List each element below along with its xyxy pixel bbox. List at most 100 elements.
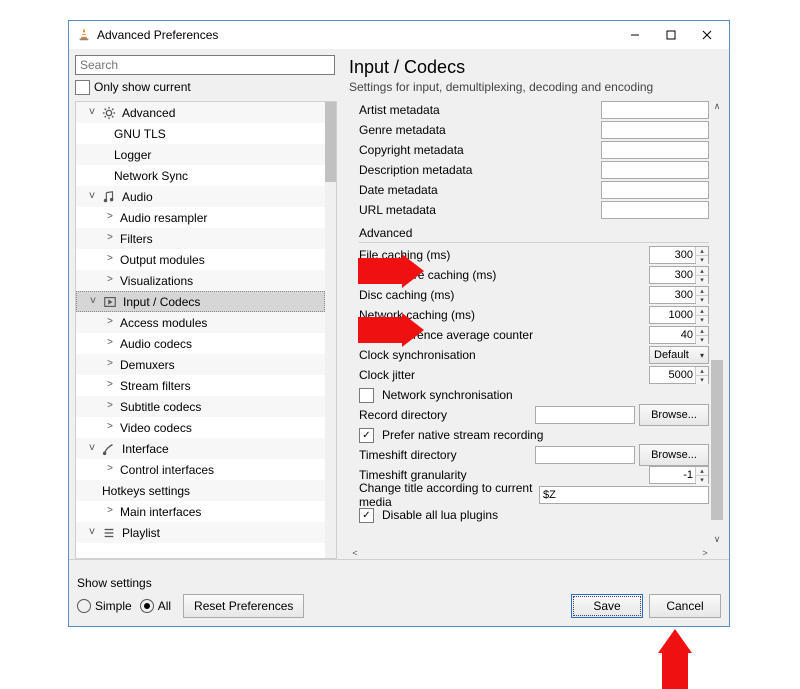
- only-show-current-row[interactable]: Only show current: [75, 77, 343, 97]
- disc-caching-input[interactable]: 300: [650, 287, 695, 303]
- tree-item-audio-resampler[interactable]: Audio resampler: [76, 207, 325, 228]
- timeshift-dir-input[interactable]: [535, 446, 635, 464]
- spin-buttons[interactable]: ▴▾: [695, 307, 708, 323]
- spin-buttons[interactable]: ▴▾: [695, 467, 708, 483]
- chevron-right-icon[interactable]: [104, 380, 116, 391]
- network-sync-row[interactable]: Network synchronisation: [359, 385, 709, 405]
- file-caching-input[interactable]: 300: [650, 247, 695, 263]
- scroll-left-icon[interactable]: <: [349, 547, 361, 559]
- settings-vertical-thumb[interactable]: [711, 360, 723, 520]
- chevron-right-icon[interactable]: [104, 506, 116, 517]
- chevron-right-icon[interactable]: [104, 401, 116, 412]
- live-caching-spin[interactable]: 300▴▾: [649, 266, 709, 284]
- clock-ref-input[interactable]: 40: [650, 327, 695, 343]
- spin-buttons[interactable]: ▴▾: [695, 247, 708, 263]
- settings-horizontal-scrollbar[interactable]: < >: [349, 547, 711, 559]
- disc-caching-spin[interactable]: 300▴▾: [649, 286, 709, 304]
- tree-item-logger[interactable]: Logger: [76, 144, 325, 165]
- file-caching-spin[interactable]: 300▴▾: [649, 246, 709, 264]
- chevron-down-icon[interactable]: [86, 443, 98, 454]
- prefer-native-row[interactable]: Prefer native stream recording: [359, 425, 709, 445]
- only-show-current-checkbox[interactable]: [75, 80, 90, 95]
- tree-item-visualizations[interactable]: Visualizations: [76, 270, 325, 291]
- chevron-right-icon[interactable]: [104, 212, 116, 223]
- tree-item-interface[interactable]: Interface: [76, 438, 325, 459]
- chevron-right-icon[interactable]: [104, 317, 116, 328]
- disable-lua-checkbox[interactable]: [359, 508, 374, 523]
- url-metadata-input[interactable]: [601, 201, 709, 219]
- reset-preferences-button[interactable]: Reset Preferences: [183, 594, 304, 618]
- tree-item-output-modules[interactable]: Output modules: [76, 249, 325, 270]
- chevron-down-icon[interactable]: [86, 191, 98, 202]
- tree-item-stream-filters[interactable]: Stream filters: [76, 375, 325, 396]
- maximize-button[interactable]: [653, 23, 689, 47]
- tree-item-subtitle-codecs[interactable]: Subtitle codecs: [76, 396, 325, 417]
- timeshift-gran-input[interactable]: -1: [650, 467, 695, 483]
- tree-item-input-codecs[interactable]: Input / Codecs: [76, 291, 325, 312]
- settings-vertical-scrollbar[interactable]: ∧ ∨: [711, 100, 723, 545]
- chevron-right-icon[interactable]: [104, 254, 116, 265]
- radio-simple[interactable]: [77, 599, 91, 613]
- tree-item-main-interfaces[interactable]: Main interfaces: [76, 501, 325, 522]
- record-dir-browse-button[interactable]: Browse...: [639, 404, 709, 426]
- chevron-right-icon[interactable]: [104, 275, 116, 286]
- tree-item-demuxers[interactable]: Demuxers: [76, 354, 325, 375]
- tree-item-access-modules[interactable]: Access modules: [76, 312, 325, 333]
- show-settings-label: Show settings: [77, 576, 304, 590]
- network-caching-spin[interactable]: 1000▴▾: [649, 306, 709, 324]
- save-button[interactable]: Save: [571, 594, 643, 618]
- spin-buttons[interactable]: ▴▾: [695, 267, 708, 283]
- spin-buttons[interactable]: ▴▾: [695, 367, 708, 383]
- tree-scrollbar[interactable]: [325, 102, 336, 558]
- sidebar: Only show current AdvancedGNU TLSLoggerN…: [69, 49, 343, 559]
- clock-ref-spin[interactable]: 40▴▾: [649, 326, 709, 344]
- tree-item-hotkeys-settings[interactable]: Hotkeys settings: [76, 480, 325, 501]
- copyright-metadata-input[interactable]: [601, 141, 709, 159]
- timeshift-gran-spin[interactable]: -1▴▾: [649, 466, 709, 484]
- clock-sync-combo[interactable]: Default▾: [649, 346, 709, 364]
- record-dir-row: Record directory Browse...: [359, 405, 709, 425]
- timeshift-dir-browse-button[interactable]: Browse...: [639, 444, 709, 466]
- tree-item-video-codecs[interactable]: Video codecs: [76, 417, 325, 438]
- chevron-right-icon[interactable]: [104, 233, 116, 244]
- tree-item-control-interfaces[interactable]: Control interfaces: [76, 459, 325, 480]
- chevron-down-icon[interactable]: [87, 296, 99, 307]
- live-caching-input[interactable]: 300: [650, 267, 695, 283]
- chevron-right-icon[interactable]: [104, 338, 116, 349]
- date-metadata-input[interactable]: [601, 181, 709, 199]
- tree-item-network-sync[interactable]: Network Sync: [76, 165, 325, 186]
- chevron-right-icon[interactable]: [104, 422, 116, 433]
- tree-item-advanced[interactable]: Advanced: [76, 102, 325, 123]
- change-title-input[interactable]: [539, 486, 709, 504]
- description-metadata-input[interactable]: [601, 161, 709, 179]
- tree-scrollbar-thumb[interactable]: [325, 102, 336, 182]
- network-caching-input[interactable]: 1000: [650, 307, 695, 323]
- tree-item-audio[interactable]: Audio: [76, 186, 325, 207]
- clock-jitter-input[interactable]: 5000: [650, 367, 695, 383]
- artist-metadata-input[interactable]: [601, 101, 709, 119]
- genre-metadata-input[interactable]: [601, 121, 709, 139]
- prefer-native-checkbox[interactable]: [359, 428, 374, 443]
- chevron-down-icon[interactable]: [86, 527, 98, 538]
- spin-buttons[interactable]: ▴▾: [695, 287, 708, 303]
- network-sync-checkbox[interactable]: [359, 388, 374, 403]
- cancel-button[interactable]: Cancel: [649, 594, 721, 618]
- radio-all[interactable]: [140, 599, 154, 613]
- tree-item-gnu-tls[interactable]: GNU TLS: [76, 123, 325, 144]
- record-dir-input[interactable]: [535, 406, 635, 424]
- search-input[interactable]: [75, 55, 335, 75]
- scroll-up-icon[interactable]: ∧: [711, 100, 723, 112]
- tree-item-playlist[interactable]: Playlist: [76, 522, 325, 543]
- clock-jitter-spin[interactable]: 5000▴▾: [649, 366, 709, 384]
- scroll-right-icon[interactable]: >: [699, 547, 711, 559]
- disable-lua-row[interactable]: Disable all lua plugins: [359, 505, 709, 525]
- tree-item-audio-codecs[interactable]: Audio codecs: [76, 333, 325, 354]
- tree-item-filters[interactable]: Filters: [76, 228, 325, 249]
- close-button[interactable]: [689, 23, 725, 47]
- chevron-right-icon[interactable]: [104, 464, 116, 475]
- scroll-down-icon[interactable]: ∨: [711, 533, 723, 545]
- spin-buttons[interactable]: ▴▾: [695, 327, 708, 343]
- chevron-right-icon[interactable]: [104, 359, 116, 370]
- chevron-down-icon[interactable]: [86, 107, 98, 118]
- minimize-button[interactable]: [617, 23, 653, 47]
